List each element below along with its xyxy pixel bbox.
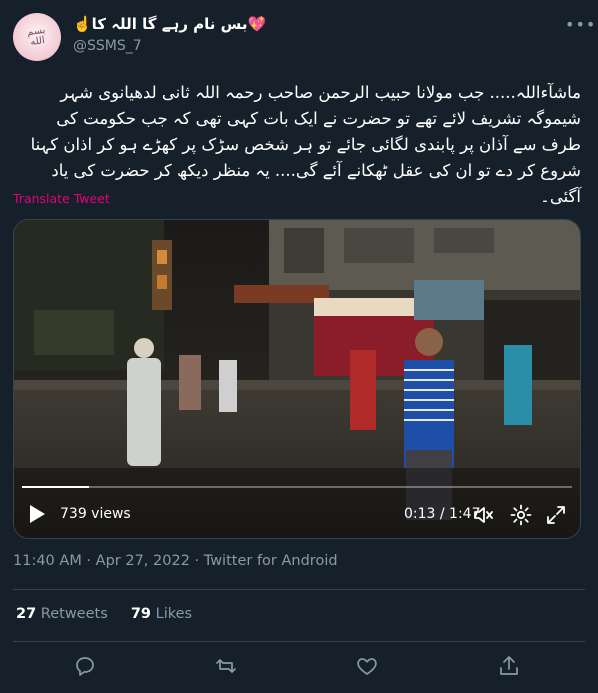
translate-tweet-link[interactable]: Translate Tweet [13, 191, 110, 206]
fullscreen-icon[interactable] [544, 503, 568, 527]
video-progress-fill [22, 486, 89, 488]
like-icon[interactable] [355, 654, 379, 678]
avatar[interactable]: بسم الله [13, 13, 61, 61]
retweets-stat[interactable]: 27 Retweets [16, 606, 108, 622]
tweet-actions [0, 652, 598, 682]
tweet-stats: 27 Retweets 79 Likes [16, 606, 192, 622]
video-frame [14, 220, 580, 538]
settings-icon[interactable] [509, 503, 533, 527]
video-progress-bar[interactable] [22, 486, 572, 488]
likes-label: Likes [155, 606, 193, 622]
avatar-calligraphy: بسم الله [26, 24, 47, 48]
video-time: 0:13 / 1:47 [404, 506, 481, 522]
volume-icon[interactable] [472, 503, 496, 527]
more-icon[interactable]: ••• [565, 17, 595, 37]
tweet-text: ماشآءاللہ..... جب مولانا حبیب الرحمن صاح… [30, 83, 581, 206]
display-name[interactable]: 💖بس نام رہے گا اللہ کا☝️ [73, 15, 266, 37]
video-player[interactable]: 739 views 0:13 / 1:47 [13, 219, 581, 539]
tweet-header: بسم الله 💖بس نام رہے گا اللہ کا☝️ @SSMS_… [13, 13, 595, 63]
video-views: 739 views [60, 506, 131, 522]
tweet-timestamp[interactable]: 11:40 AM · Apr 27, 2022 · Twitter for An… [13, 553, 338, 569]
retweet-icon[interactable] [214, 654, 238, 678]
reply-icon[interactable] [73, 654, 97, 678]
retweets-label: Retweets [40, 606, 108, 622]
user-handle[interactable]: @SSMS_7 [73, 38, 142, 54]
divider [13, 641, 585, 642]
likes-count: 79 [130, 606, 152, 622]
divider [13, 589, 585, 590]
user-block: 💖بس نام رہے گا اللہ کا☝️ @SSMS_7 [73, 15, 523, 59]
share-icon[interactable] [497, 654, 521, 678]
retweets-count: 27 [16, 606, 37, 622]
likes-stat[interactable]: 79 Likes [131, 606, 192, 622]
play-icon[interactable] [28, 504, 46, 524]
